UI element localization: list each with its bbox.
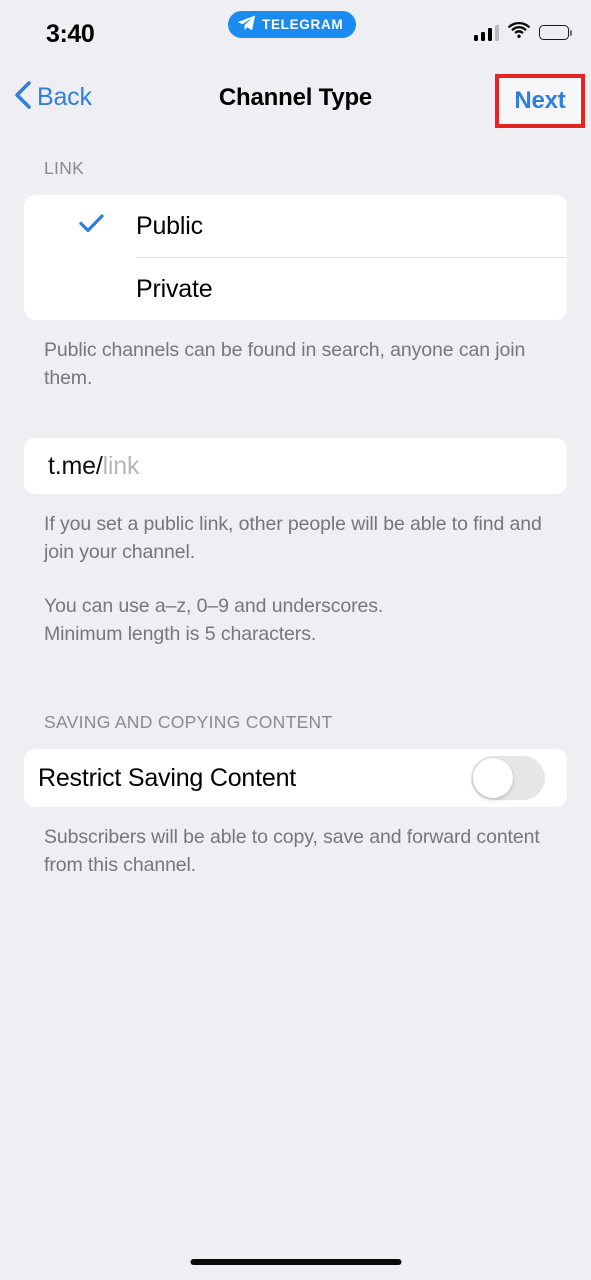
status-bar-indicators: [473, 22, 572, 43]
public-link-placeholder: link: [102, 451, 140, 480]
status-bar-time: 3:40: [46, 20, 95, 48]
public-link-input[interactable]: t.me/ link: [24, 438, 567, 494]
public-link-footer-primary: If you set a public link, other people w…: [44, 513, 542, 563]
cellular-signal-icon: [473, 24, 499, 41]
link-type-card: Public Private: [24, 195, 567, 320]
home-indicator[interactable]: [190, 1259, 401, 1265]
link-section-header: LINK: [44, 158, 85, 178]
restrict-saving-row[interactable]: Restrict Saving Content: [24, 749, 567, 807]
next-button[interactable]: Next: [495, 74, 585, 128]
public-link-prefix: t.me/: [48, 451, 103, 480]
settings-content: LINK Public Private Public channels can …: [0, 138, 591, 879]
status-bar: 3:40 TELEGRAM: [0, 0, 591, 62]
public-link-card: t.me/ link: [24, 438, 567, 494]
restrict-saving-card: Restrict Saving Content: [24, 749, 567, 807]
saving-section-footer: Subscribers will be able to copy, save a…: [44, 826, 540, 876]
telegram-paper-plane-icon: [238, 15, 255, 35]
option-label-public: Public: [136, 211, 203, 240]
restrict-saving-label: Restrict Saving Content: [38, 763, 297, 792]
restrict-saving-toggle[interactable]: [471, 756, 545, 800]
public-link-footer-secondary: You can use a–z, 0–9 and underscores. Mi…: [44, 595, 384, 645]
next-button-container: Next: [495, 74, 585, 128]
telegram-app-pill-label: TELEGRAM: [262, 17, 344, 32]
battery-icon: [539, 25, 572, 40]
option-row-private[interactable]: Private: [24, 258, 567, 320]
wifi-icon: [508, 22, 530, 43]
link-section-footer: Public channels can be found in search, …: [44, 339, 526, 389]
saving-section-header: SAVING AND COPYING CONTENT: [44, 712, 333, 732]
toggle-knob: [473, 758, 513, 798]
option-label-private: Private: [136, 274, 213, 303]
option-row-public[interactable]: Public: [24, 195, 567, 257]
telegram-app-pill[interactable]: TELEGRAM: [228, 11, 357, 38]
checkmark-icon: [79, 214, 104, 238]
